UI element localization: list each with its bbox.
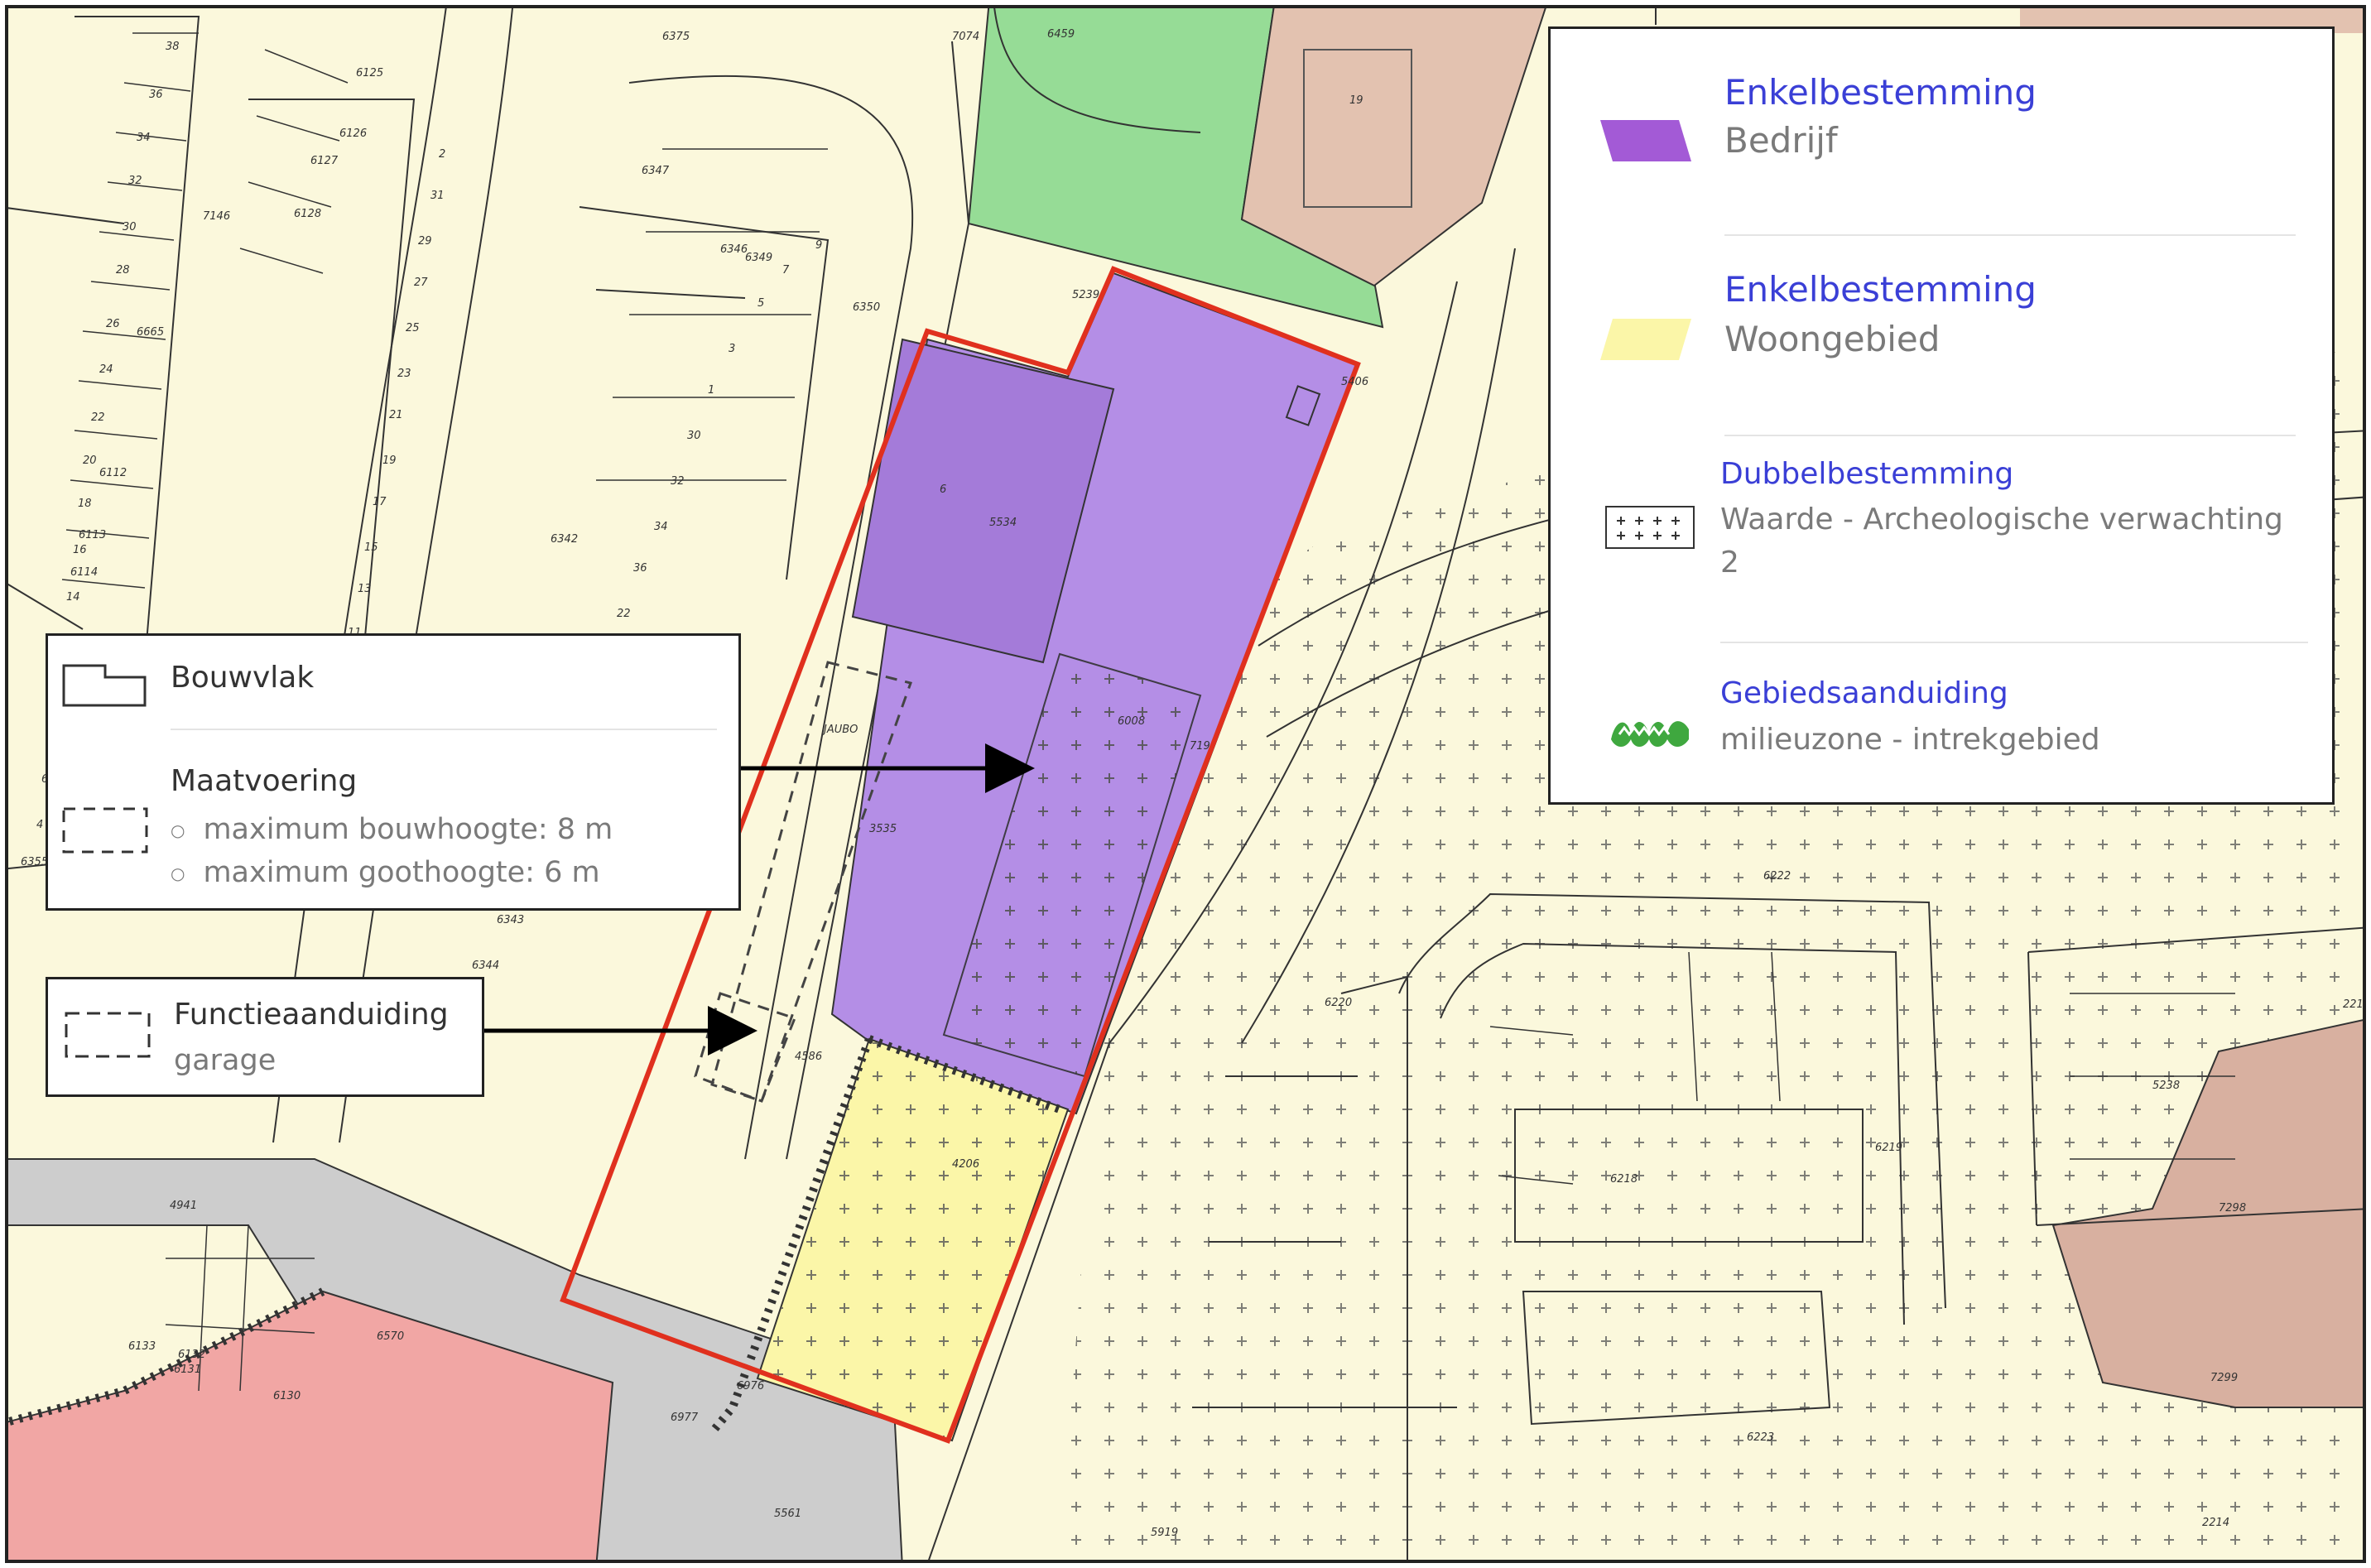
callout-arrows [484,743,1035,1056]
